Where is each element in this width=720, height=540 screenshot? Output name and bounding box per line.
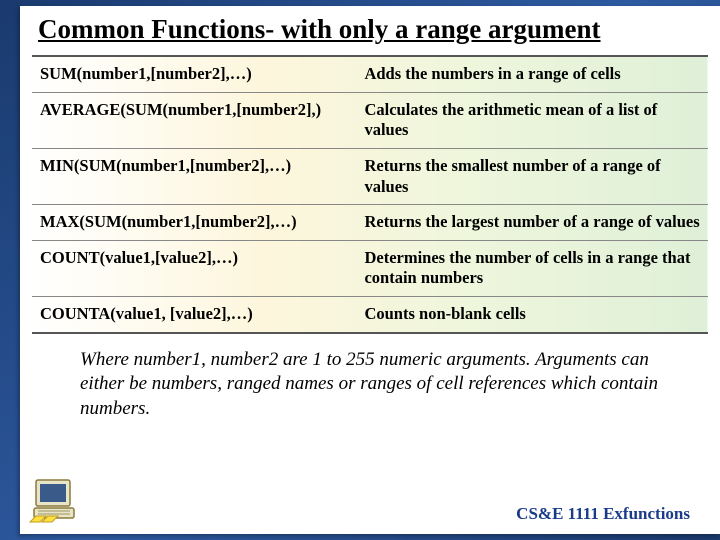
desc-cell: Counts non-blank cells [356,297,708,333]
functions-table: SUM(number1,[number2],…) Adds the number… [32,55,708,334]
fn-cell: AVERAGE(SUM(number1,[number2],) [32,92,356,148]
table-row: MIN(SUM(number1,[number2],…) Returns the… [32,148,708,204]
fn-cell: COUNT(value1,[value2],…) [32,240,356,296]
table-row: COUNTA(value1, [value2],…) Counts non-bl… [32,297,708,333]
desc-cell: Adds the numbers in a range of cells [356,56,708,92]
fn-cell: MAX(SUM(number1,[number2],…) [32,205,356,241]
fn-cell: SUM(number1,[number2],…) [32,56,356,92]
slide-footer: CS&E 1111 Exfunctions [516,504,690,524]
table-row: AVERAGE(SUM(number1,[number2],) Calculat… [32,92,708,148]
computer-icon [28,476,82,526]
slide-body: Common Functions- with only a range argu… [20,6,720,534]
fn-cell: MIN(SUM(number1,[number2],…) [32,148,356,204]
desc-cell: Calculates the arithmetic mean of a list… [356,92,708,148]
fn-cell: COUNTA(value1, [value2],…) [32,297,356,333]
desc-cell: Returns the largest number of a range of… [356,205,708,241]
desc-cell: Determines the number of cells in a rang… [356,240,708,296]
desc-cell: Returns the smallest number of a range o… [356,148,708,204]
table-row: COUNT(value1,[value2],…) Determines the … [32,240,708,296]
slide-title: Common Functions- with only a range argu… [20,6,720,49]
table-row: SUM(number1,[number2],…) Adds the number… [32,56,708,92]
footnote-text: Where number1, number2 are 1 to 255 nume… [80,348,680,422]
table-row: MAX(SUM(number1,[number2],…) Returns the… [32,205,708,241]
